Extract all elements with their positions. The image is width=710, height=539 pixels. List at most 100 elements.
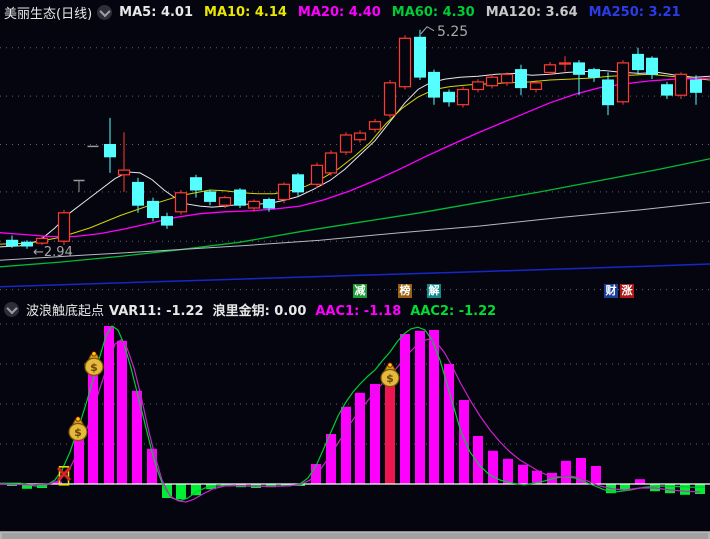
svg-text:$: $ [74, 426, 82, 439]
candle-body-down [292, 174, 304, 193]
candle-body-down [104, 144, 116, 158]
ma-legend-item-2: MA20: 4.40 [297, 5, 381, 20]
histogram-bar [665, 484, 675, 494]
histogram-bar [191, 484, 201, 496]
ma-legend-item-1: MA10: 4.14 [204, 5, 287, 20]
money-bag-icon: $ [380, 362, 400, 388]
signal-badge-4: 涨 [620, 284, 634, 298]
candle-body-down [443, 91, 455, 103]
indicator-legend-item-0: VAR11: -1.22 [109, 304, 204, 319]
candle-body-down [147, 200, 159, 218]
candle-body-down [690, 79, 702, 93]
histogram-bar [488, 450, 498, 484]
histogram-bar [680, 484, 690, 495]
histogram-bar [518, 464, 528, 484]
candle-body-down [632, 53, 644, 71]
main-chart-header: 美丽生态(日线) MA5: 4.01 MA10: 4.14 MA20: 4.40 MA… [0, 0, 710, 25]
high-annotation: 5.25 [437, 25, 468, 40]
histogram-bar [400, 334, 410, 484]
candle-body-down [428, 71, 440, 98]
stock-title: 美丽生态(日线) [4, 3, 92, 22]
candles [6, 29, 702, 249]
candle-body-up [674, 73, 688, 96]
ma-legend-item-3: MA60: 4.30 [391, 5, 475, 20]
candle-body-up [368, 121, 382, 130]
candle-body-up [616, 62, 630, 103]
money-bag-icon: $ [68, 416, 88, 442]
candle-body-up [174, 192, 188, 213]
svg-text:$: $ [90, 361, 98, 374]
histogram-bar [635, 479, 645, 484]
indicator-svg: $ $ $ [0, 323, 710, 503]
stock-chart-app: 美丽生态(日线) MA5: 4.01 MA10: 4.14 MA20: 4.40 MA… [0, 0, 710, 539]
signal-badge-2: 解 [427, 284, 441, 298]
scrollbar-thumb[interactable] [2, 533, 708, 539]
candle-body-up [218, 197, 232, 206]
candle-body-down [21, 241, 33, 247]
chevron-down-icon[interactable] [97, 5, 113, 20]
histogram-bar [117, 340, 127, 484]
candle-body-down [661, 84, 673, 96]
signal-badge-3: 财 [604, 284, 618, 298]
candle-body-up [277, 183, 291, 201]
candle-body-down [646, 57, 658, 75]
histogram-bar [176, 484, 186, 500]
indicator-header: 波浪触底起点 VAR11: -1.22 浪里金钥: 0.00 AAC1: -1.18… [0, 300, 710, 319]
main-candlestick-chart[interactable]: 5.25 ←2.94 [0, 25, 710, 301]
histogram-bar [459, 400, 469, 484]
candle-body-down [263, 199, 275, 209]
candle-body-up [247, 200, 261, 209]
candle-body-up [310, 164, 324, 185]
signal-badge-0: 减 [353, 284, 367, 298]
candle-body-down [573, 62, 585, 75]
histogram-bar [473, 436, 483, 484]
candle-body-down [204, 191, 216, 202]
histogram-bar [591, 466, 601, 484]
candle-body-up [558, 62, 572, 65]
candle-body-up [57, 212, 71, 242]
candle-body-up [117, 169, 131, 176]
histogram-bar [88, 370, 98, 484]
ma-legend-item-4: MA120: 3.64 [485, 5, 578, 20]
candle-body-down [515, 69, 527, 89]
candle-body-up [353, 132, 367, 141]
high-pointer [420, 26, 435, 35]
candlestick-svg: 5.25 ←2.94 [0, 25, 710, 291]
histogram-bar [370, 384, 380, 484]
signal-badge-1: 榜 [398, 284, 412, 298]
histogram-bar [444, 364, 454, 484]
candle-body-up [529, 82, 543, 90]
histogram-bar [415, 330, 425, 484]
ma-legend-item-0: MA5: 4.01 [119, 5, 194, 20]
histogram-bar [561, 460, 571, 484]
indicator-legend-item-3: AAC2: -1.22 [410, 304, 497, 319]
candle-body-down [234, 189, 246, 206]
indicator-name: 波浪触底起点 [26, 304, 105, 319]
stock-name: 美丽生态 [4, 7, 57, 22]
histogram-bar [341, 406, 351, 484]
candle-body-up [35, 237, 49, 244]
candle-body-up [324, 152, 338, 174]
ma120-line [0, 201, 710, 261]
candle-body-down [161, 216, 173, 226]
horizontal-scrollbar[interactable] [0, 531, 710, 539]
candle-body-down [190, 177, 202, 191]
candle-body-up [543, 64, 557, 73]
candle-body-down [6, 239, 18, 247]
ma-legend: MA5: 4.01 MA10: 4.14 MA20: 4.40 MA60: 4.30 M… [119, 5, 691, 20]
indicator-chevron-down-icon[interactable] [4, 302, 19, 317]
candle-body-up [383, 82, 397, 116]
candle-body-up [500, 73, 514, 84]
svg-text:$: $ [386, 372, 394, 385]
candle-body-up [398, 37, 412, 88]
candle-body-up [339, 134, 353, 153]
indicator-panel[interactable]: $ $ $ [0, 319, 710, 531]
indicator-legend-item-1: 浪里金钥: 0.00 [212, 304, 307, 319]
candle-body-down [588, 69, 600, 78]
indicator-legend-item-2: AAC1: -1.18 [315, 304, 402, 319]
histogram-bar [385, 382, 395, 484]
low-annotation: ←2.94 [33, 245, 73, 260]
candle-body-down [414, 36, 426, 78]
ma-legend-item-5: MA250: 3.21 [588, 5, 681, 20]
histogram-bar [695, 484, 705, 494]
